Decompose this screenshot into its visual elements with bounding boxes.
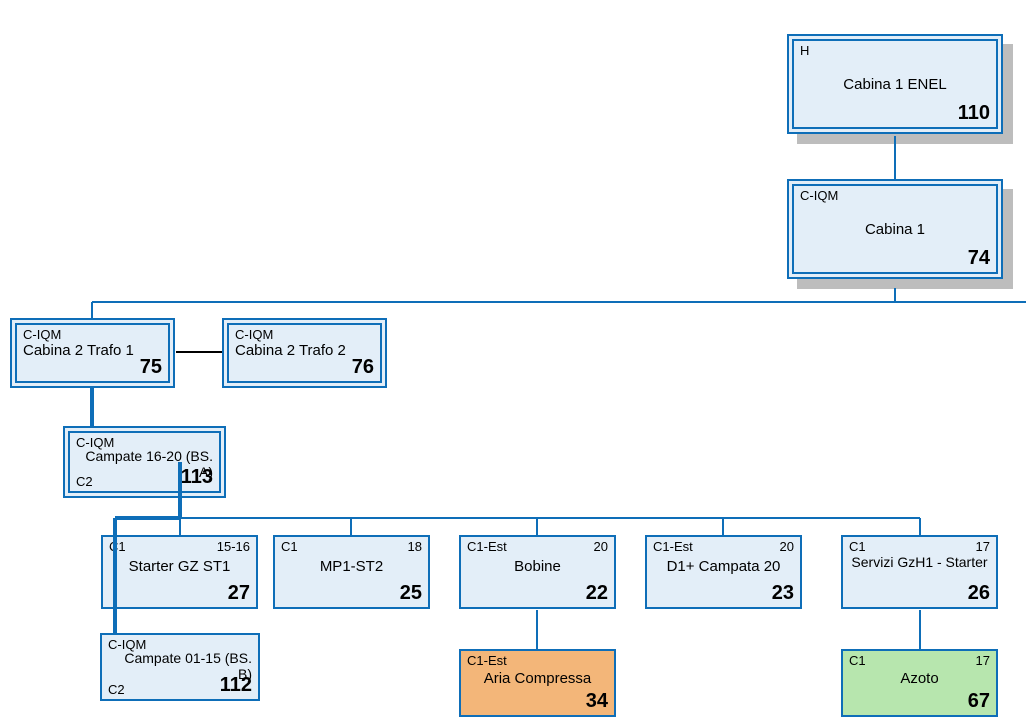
node-campate-16-20[interactable]: C-IQM Campate 16-20 (BS. A) C2 113: [63, 426, 226, 498]
node-id: 27: [228, 582, 250, 605]
node-tag: C1-Est: [653, 539, 794, 554]
node-title: Aria Compressa: [467, 670, 608, 687]
node-title: D1+ Campata 20: [653, 558, 794, 575]
node-cabina1[interactable]: C-IQM Cabina 1 74: [787, 179, 1003, 279]
node-id: 22: [586, 582, 608, 605]
node-mp1-st2[interactable]: C1 18 MP1-ST2 25: [273, 535, 430, 609]
node-d1-campata20[interactable]: C1-Est 20 D1+ Campata 20 23: [645, 535, 802, 609]
node-cabina2-trafo1[interactable]: C-IQM Cabina 2 Trafo 1 75: [10, 318, 175, 388]
node-cabina1-enel[interactable]: H Cabina 1 ENEL 110: [787, 34, 1003, 134]
node-tag: C1: [281, 539, 422, 554]
node-id: 110: [958, 102, 990, 125]
node-right: 18: [408, 539, 422, 554]
node-id: 26: [968, 582, 990, 605]
node-id: 112: [220, 674, 252, 697]
node-id: 74: [968, 247, 990, 270]
node-right: 20: [780, 539, 794, 554]
node-id: 67: [968, 690, 990, 713]
node-id: 34: [586, 690, 608, 713]
node-tag: C-IQM: [235, 327, 374, 342]
node-title: Azoto: [849, 670, 990, 687]
node-id: 75: [140, 356, 162, 379]
node-id: 76: [352, 356, 374, 379]
node-right: 20: [594, 539, 608, 554]
node-servizi-gzh1-starter[interactable]: C1 17 Servizi GzH1 - Starter 26: [841, 535, 998, 609]
node-right: 15-16: [217, 539, 250, 554]
node-title: Servizi GzH1 - Starter: [849, 554, 990, 570]
node-tag: C-IQM: [23, 327, 162, 342]
node-tag: H: [800, 43, 990, 58]
node-right: 17: [976, 653, 990, 668]
node-cabina2-trafo2[interactable]: C-IQM Cabina 2 Trafo 2 76: [222, 318, 387, 388]
node-bobine[interactable]: C1-Est 20 Bobine 22: [459, 535, 616, 609]
node-id: 23: [772, 582, 794, 605]
node-title: Bobine: [467, 558, 608, 575]
node-corner: C2: [108, 682, 125, 697]
node-campate-01-15[interactable]: C-IQM Campate 01-15 (BS. B) C2 112: [100, 633, 260, 701]
node-right: 17: [976, 539, 990, 554]
node-tag: C1: [849, 539, 990, 554]
node-tag: C-IQM: [800, 188, 990, 203]
node-starter-gz-st1[interactable]: C1 15-16 Starter GZ ST1 27: [101, 535, 258, 609]
node-tag: C1: [849, 653, 990, 668]
node-id: 25: [400, 582, 422, 605]
node-title: Starter GZ ST1: [109, 558, 250, 575]
node-title: Cabina 1 ENEL: [800, 76, 990, 93]
node-aria-compressa[interactable]: C1-Est Aria Compressa 34: [459, 649, 616, 717]
node-title: Cabina 1: [800, 221, 990, 238]
node-tag: C1-Est: [467, 653, 608, 668]
node-id: 113: [181, 466, 213, 489]
node-azoto[interactable]: C1 17 Azoto 67: [841, 649, 998, 717]
node-corner: C2: [76, 474, 93, 489]
node-title: MP1-ST2: [281, 558, 422, 575]
node-tag: C1-Est: [467, 539, 608, 554]
